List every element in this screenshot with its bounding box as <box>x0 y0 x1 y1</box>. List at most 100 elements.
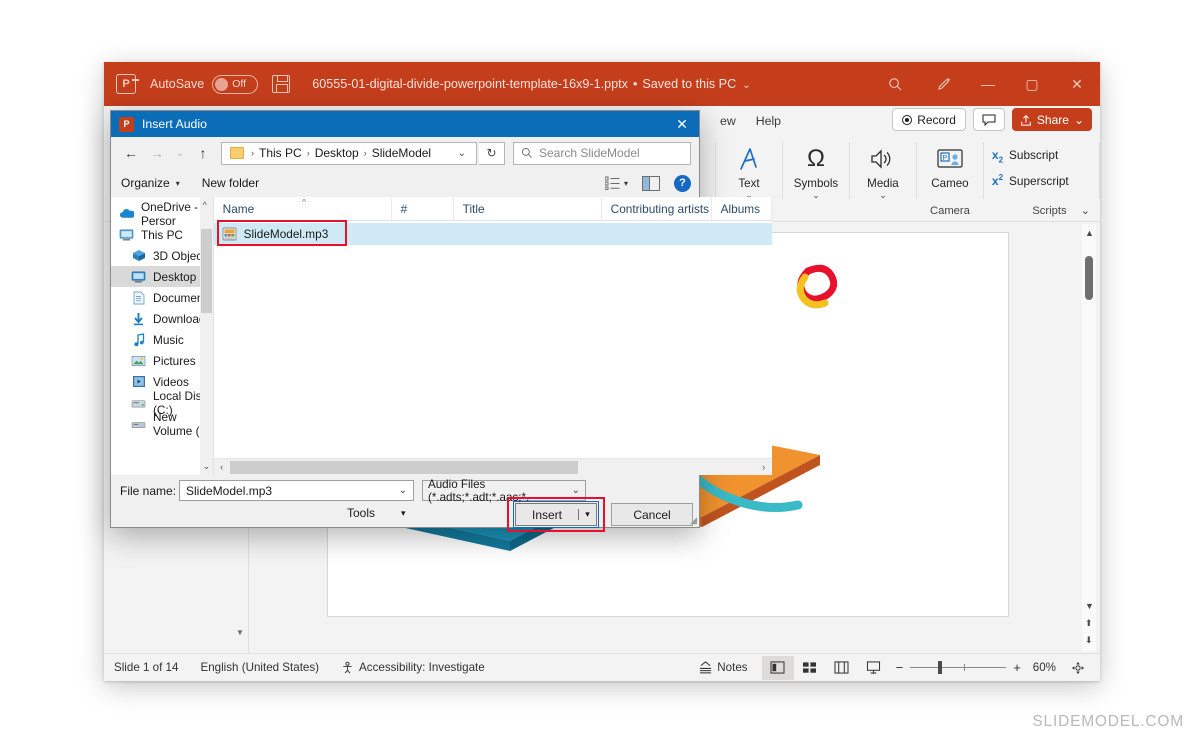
organize-button[interactable]: Organize ▾ <box>121 176 180 190</box>
maximize-button[interactable]: ▢ <box>1010 62 1054 106</box>
sidebar-item-3d-objects[interactable]: 3D Objects <box>111 245 213 266</box>
back-button[interactable]: ← <box>119 141 143 165</box>
next-slide-icon[interactable]: ⬇ <box>1085 635 1093 646</box>
sidebar-item-pictures[interactable]: Pictures <box>111 350 213 371</box>
breadcrumb-desktop[interactable]: Desktop <box>312 146 362 160</box>
preview-pane-icon[interactable] <box>642 175 660 191</box>
ribbon-item-text[interactable]: Text ⌄ <box>717 136 781 200</box>
normal-view-icon[interactable] <box>761 655 794 680</box>
save-icon[interactable] <box>272 75 291 93</box>
zoom-out-button[interactable]: − <box>896 660 904 675</box>
ribbon-item-media[interactable]: Media ⌄ <box>851 136 915 200</box>
column-header-title[interactable]: Title <box>454 196 602 221</box>
up-button[interactable]: ↑ <box>191 141 215 165</box>
column-header-name[interactable]: ^ Name <box>214 196 392 221</box>
scroll-up-icon[interactable]: ^ <box>203 200 207 210</box>
scroll-up-icon[interactable]: ▲ <box>1085 228 1094 238</box>
slideshow-icon[interactable] <box>858 656 890 680</box>
sidebar-item-desktop[interactable]: Desktop <box>111 266 213 287</box>
scrollbar-thumb[interactable] <box>200 229 212 313</box>
breadcrumb-slidemodel[interactable]: SlideModel <box>369 146 434 160</box>
chevron-down-icon[interactable]: ⌄ <box>879 191 887 200</box>
sidebar-item-downloads[interactable]: Downloads <box>111 308 213 329</box>
sidebar-item-documents[interactable]: Documents <box>111 287 213 308</box>
file-list-horizontal-scrollbar[interactable]: ‹ › <box>213 458 772 475</box>
forward-button[interactable]: → <box>145 141 169 165</box>
sidebar-item-label: Videos <box>153 374 189 389</box>
pen-icon[interactable] <box>922 62 966 106</box>
close-icon[interactable]: ✕ <box>665 111 699 137</box>
language-label[interactable]: English (United States) <box>200 661 319 674</box>
zoom-in-button[interactable]: + <box>1013 660 1021 675</box>
autosave-toggle[interactable]: Off <box>212 74 259 94</box>
search-input[interactable]: Search SlideModel <box>513 141 691 165</box>
dialog-footer: File name: SlideModel.mp3 ⌄ Audio Files … <box>111 475 699 532</box>
ribbon-divider <box>1099 142 1100 199</box>
zoom-knob[interactable] <box>938 661 943 674</box>
reading-view-icon[interactable] <box>826 656 858 680</box>
record-button[interactable]: Record <box>892 108 966 131</box>
breadcrumb-chevron-icon[interactable]: ⌄ <box>458 148 474 159</box>
zoom-track[interactable] <box>910 661 1007 674</box>
superscript-button[interactable]: x2 Superscript <box>992 173 1069 188</box>
slide-vertical-scrollbar[interactable]: ▲ ▼ ⬆ ⬇ <box>1082 224 1096 651</box>
previous-slide-icon[interactable]: ⬆ <box>1085 618 1093 629</box>
chevron-down-icon[interactable]: ▾ <box>624 179 628 188</box>
scroll-down-icon[interactable]: ▼ <box>236 628 244 637</box>
column-header-contributing-artists[interactable]: Contributing artists <box>602 196 712 221</box>
help-icon[interactable]: ? <box>674 174 691 192</box>
chevron-down-icon[interactable]: ⌄ <box>572 485 580 496</box>
ribbon-collapse-icon[interactable]: ⌄ <box>1081 204 1090 217</box>
scrollbar-thumb[interactable] <box>229 460 578 474</box>
new-folder-button[interactable]: New folder <box>202 176 259 190</box>
notes-button[interactable]: Notes <box>698 661 748 674</box>
sidebar-item-music[interactable]: Music <box>111 329 213 350</box>
ribbon-item-symbols[interactable]: Ω Symbols ⌄ <box>784 136 848 200</box>
search-icon[interactable] <box>868 62 922 106</box>
zoom-level-label[interactable]: 60% <box>1033 661 1056 674</box>
zoom-slider[interactable]: − + <box>896 660 1021 675</box>
chevron-down-icon[interactable]: ⌄ <box>399 485 407 496</box>
scroll-down-icon[interactable]: ▼ <box>1085 601 1094 611</box>
table-row[interactable]: SlideModel.mp3 <box>213 223 772 245</box>
insert-button[interactable]: Insert ▾ <box>515 503 597 526</box>
scroll-right-icon[interactable]: › <box>756 462 772 472</box>
tools-button[interactable]: Tools ▾ <box>347 506 406 520</box>
scroll-down-icon[interactable]: ⌄ <box>203 461 211 472</box>
recent-locations-button[interactable]: ⌄ <box>171 141 189 165</box>
breadcrumb-separator: › <box>306 148 310 158</box>
subscript-button[interactable]: x2 Subscript <box>992 148 1069 164</box>
insert-dropdown-arrow-icon[interactable]: ▾ <box>578 509 596 520</box>
minimize-button[interactable]: — <box>966 62 1010 106</box>
sidebar-item-onedrive[interactable]: OneDrive - Persor <box>111 200 213 228</box>
comment-icon[interactable] <box>972 108 1005 131</box>
close-button[interactable]: ✕ <box>1054 62 1100 106</box>
column-header-track-number[interactable]: # <box>392 196 454 221</box>
column-header-label: Contributing artists <box>610 201 710 216</box>
column-header-albums[interactable]: Albums <box>712 196 772 221</box>
title-chevron-icon[interactable]: ⌄ <box>742 80 750 91</box>
slide-sorter-icon[interactable] <box>794 656 826 680</box>
accessibility-status[interactable]: Accessibility: Investigate <box>341 661 485 674</box>
superscript-icon: x2 <box>991 173 1004 189</box>
fit-to-window-icon[interactable] <box>1062 656 1094 680</box>
sidebar-item-new-volume-d[interactable]: New Volume (D: <box>111 410 213 438</box>
tab-view[interactable]: ew <box>710 110 746 132</box>
ribbon-item-cameo[interactable]: P Cameo <box>918 136 982 190</box>
tab-help[interactable]: Help <box>746 110 791 132</box>
breadcrumb[interactable]: › This PC › Desktop › SlideModel ⌄ <box>221 141 477 165</box>
scrollbar-thumb[interactable] <box>1085 256 1093 300</box>
breadcrumb-this-pc[interactable]: This PC <box>256 146 305 160</box>
resize-grip-icon[interactable]: ◢ <box>690 515 697 526</box>
scroll-left-icon[interactable]: ‹ <box>214 462 230 472</box>
hscroll-track[interactable] <box>229 459 756 475</box>
share-caret-icon[interactable]: ⌄ <box>1074 113 1084 127</box>
share-button[interactable]: Share ⌄ <box>1011 108 1092 131</box>
view-options-button[interactable]: ▾ <box>604 176 628 190</box>
sidebar-scrollbar[interactable]: ^ ⌄ <box>199 197 213 475</box>
refresh-button[interactable]: ↻ <box>479 141 505 165</box>
file-name-input[interactable]: SlideModel.mp3 ⌄ <box>179 480 414 501</box>
cancel-button[interactable]: Cancel <box>611 503 693 526</box>
chevron-down-icon[interactable]: ⌄ <box>812 191 820 200</box>
file-name-field-label: File name: <box>120 484 177 498</box>
